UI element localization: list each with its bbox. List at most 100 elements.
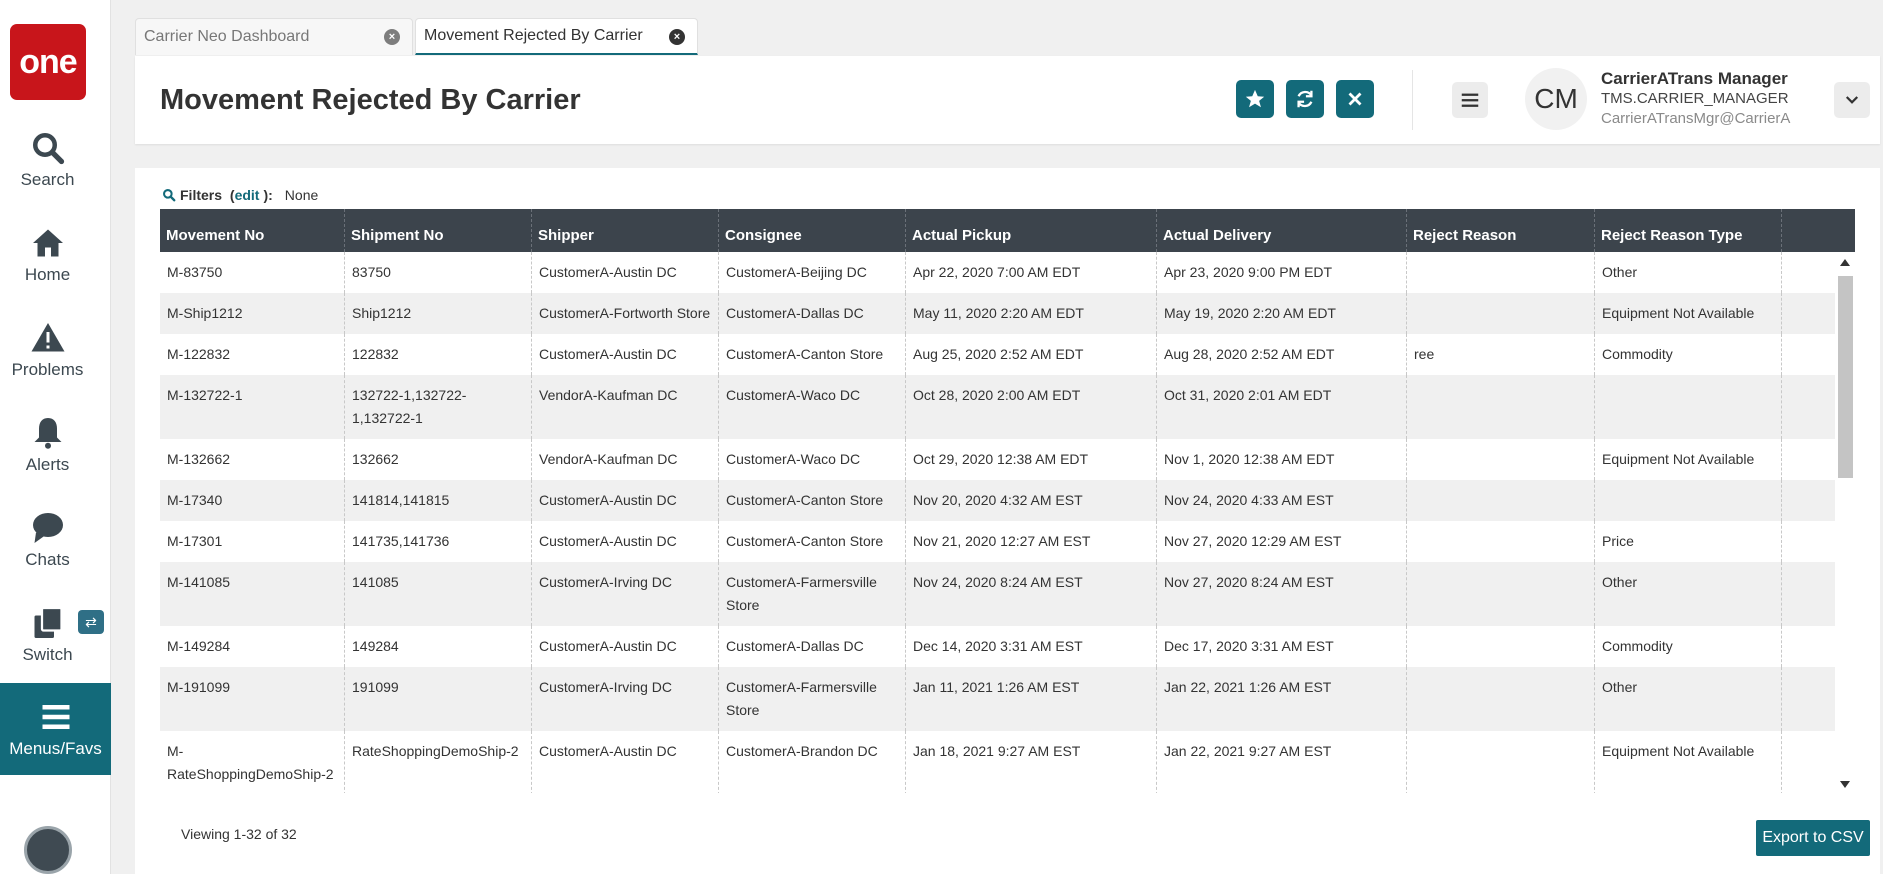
table-cell: Jan 22, 2021 9:27 AM EST <box>1157 731 1407 793</box>
column-header[interactable]: Reject Reason <box>1407 209 1595 252</box>
sidebar-item-switch[interactable]: Switch <box>0 595 95 675</box>
refresh-button[interactable] <box>1286 80 1324 118</box>
table-row[interactable]: M-17301 141735,141736 CustomerA-Austin DC C… <box>160 521 1855 562</box>
home-icon <box>32 229 63 257</box>
table-cell: M-141085 <box>160 562 345 626</box>
sidebar-item-problems[interactable]: Problems <box>0 310 95 390</box>
sidebar-item-menus-favs[interactable]: Menus/Favs <box>0 683 111 775</box>
table-cell: Nov 27, 2020 8:24 AM EST <box>1157 562 1407 626</box>
table-row[interactable]: M-83750 83750 CustomerA-Austin DC CustomerA… <box>160 252 1855 293</box>
table-cell: Apr 23, 2020 9:00 PM EDT <box>1157 252 1407 293</box>
column-header[interactable]: Consignee <box>719 209 906 252</box>
menu-icon <box>42 705 69 729</box>
table-cell <box>1407 626 1595 667</box>
assistant-avatar-icon[interactable] <box>24 826 72 874</box>
table-cell: CustomerA-Irving DC <box>532 667 719 731</box>
sidebar-item-label: Home <box>24 265 71 284</box>
column-header[interactable]: Actual Pickup <box>906 209 1157 252</box>
app-logo[interactable]: one <box>10 24 86 100</box>
star-icon <box>1245 89 1265 108</box>
sidebar-item-home[interactable]: Home <box>0 215 95 295</box>
filters-edit-link[interactable]: edit <box>235 187 260 203</box>
sidebar-item-alerts[interactable]: Alerts <box>0 405 95 485</box>
switch-icon <box>34 606 63 638</box>
sidebar-item-search[interactable]: Search <box>0 120 95 200</box>
page-menu-button[interactable] <box>1452 82 1488 118</box>
table-cell: Apr 22, 2020 7:00 AM EDT <box>906 252 1157 293</box>
table-cell: May 19, 2020 2:20 AM EDT <box>1157 293 1407 334</box>
table-row[interactable]: M-191099 191099 CustomerA-Irving DC Custome… <box>160 667 1855 731</box>
table-cell: 132722-1,132722-1,132722-1 <box>345 375 532 439</box>
table-cell: 141085 <box>345 562 532 626</box>
table-cell: M-149284 <box>160 626 345 667</box>
refresh-icon <box>1297 90 1313 108</box>
close-icon[interactable]: × <box>384 29 400 45</box>
user-menu-dropdown[interactable] <box>1834 82 1870 118</box>
scroll-down-icon[interactable] <box>1840 781 1850 788</box>
search-icon <box>32 133 64 165</box>
table-row[interactable]: M-132722-1 132722-1,132722-1,132722-1 Vend… <box>160 375 1855 439</box>
tab-movement-rejected-by-carrier[interactable]: Movement Rejected By Carrier × <box>415 18 698 55</box>
table-cell: Jan 11, 2021 1:26 AM EST <box>906 667 1157 731</box>
table-row[interactable]: M-Ship1212 Ship1212 CustomerA-Fortworth St… <box>160 293 1855 334</box>
user-name: CarrierATrans Manager <box>1601 69 1788 88</box>
scroll-up-icon[interactable] <box>1840 259 1850 266</box>
tab-carrier-neo-dashboard[interactable]: Carrier Neo Dashboard × <box>135 18 413 55</box>
table-cell: Dec 17, 2020 3:31 AM EST <box>1157 626 1407 667</box>
close-page-button[interactable] <box>1336 80 1374 118</box>
table-row[interactable]: M-149284 149284 CustomerA-Austin DC Custome… <box>160 626 1855 667</box>
grid-header: Movement No Shipment No Shipper Consigne… <box>160 209 1855 252</box>
table-cell: M-132722-1 <box>160 375 345 439</box>
grid-body[interactable]: M-83750 83750 CustomerA-Austin DC CustomerA… <box>160 252 1855 793</box>
column-header[interactable]: Shipment No <box>345 209 532 252</box>
table-cell: M-Ship1212 <box>160 293 345 334</box>
table-cell: M-RateShoppingDemoShip-2 <box>160 731 345 793</box>
table-cell: CustomerA-Brandon DC <box>719 731 906 793</box>
table-cell: CustomerA-Canton Store <box>719 334 906 375</box>
switch-badge-icon[interactable]: ⇄ <box>78 610 104 634</box>
table-row[interactable]: M-132662 132662 VendorA-Kaufman DC Customer… <box>160 439 1855 480</box>
table-cell: CustomerA-Austin DC <box>532 252 719 293</box>
column-header[interactable]: Reject Reason Type <box>1595 209 1782 252</box>
table-cell <box>1407 562 1595 626</box>
filters-bar: Filters (edit): None <box>162 187 318 203</box>
chevron-down-icon <box>1845 96 1859 104</box>
table-cell <box>1595 375 1782 439</box>
user-email: CarrierATransMgr@CarrierA <box>1601 110 1791 127</box>
page-header: Movement Rejected By Carrier CM CarrierA… <box>135 56 1880 144</box>
table-row[interactable]: M-141085 141085 CustomerA-Irving DC Custome… <box>160 562 1855 626</box>
avatar[interactable]: CM <box>1525 68 1587 130</box>
vertical-scrollbar[interactable] <box>1835 252 1855 793</box>
column-header[interactable]: Movement No <box>160 209 345 252</box>
table-cell: M-17340 <box>160 480 345 521</box>
scroll-thumb[interactable] <box>1838 276 1853 478</box>
filters-label: Filters <box>180 187 223 203</box>
table-cell: CustomerA-Waco DC <box>719 439 906 480</box>
header-divider <box>1412 70 1413 130</box>
favorite-button[interactable] <box>1236 80 1274 118</box>
table-row[interactable]: M-17340 141814,141815 CustomerA-Austin DC C… <box>160 480 1855 521</box>
sidebar-item-label: Chats <box>25 550 70 569</box>
sidebar-item-chats[interactable]: Chats <box>0 500 95 580</box>
sidebar-item-label: Alerts <box>25 455 70 474</box>
export-csv-button[interactable]: Export to CSV <box>1756 820 1870 856</box>
table-cell: CustomerA-Farmersville Store <box>719 562 906 626</box>
table-row[interactable]: M-RateShoppingDemoShip-2 RateShoppingDemo… <box>160 731 1855 793</box>
table-cell <box>1407 667 1595 731</box>
table-cell: 132662 <box>345 439 532 480</box>
table-cell <box>1407 480 1595 521</box>
table-cell: Nov 21, 2020 12:27 AM EST <box>906 521 1157 562</box>
table-row[interactable]: M-122832 122832 CustomerA-Austin DC Custome… <box>160 334 1855 375</box>
table-cell: CustomerA-Farmersville Store <box>719 667 906 731</box>
column-header[interactable]: Shipper <box>532 209 719 252</box>
table-cell: CustomerA-Canton Store <box>719 521 906 562</box>
table-cell: Price <box>1595 521 1782 562</box>
table-cell: ree <box>1407 334 1595 375</box>
column-header[interactable]: Actual Delivery <box>1157 209 1407 252</box>
table-cell: CustomerA-Beijing DC <box>719 252 906 293</box>
table-cell: Commodity <box>1595 334 1782 375</box>
close-icon[interactable]: × <box>669 29 685 45</box>
tab-label: Movement Rejected By Carrier <box>424 27 643 44</box>
table-cell: M-17301 <box>160 521 345 562</box>
table-cell: CustomerA-Waco DC <box>719 375 906 439</box>
